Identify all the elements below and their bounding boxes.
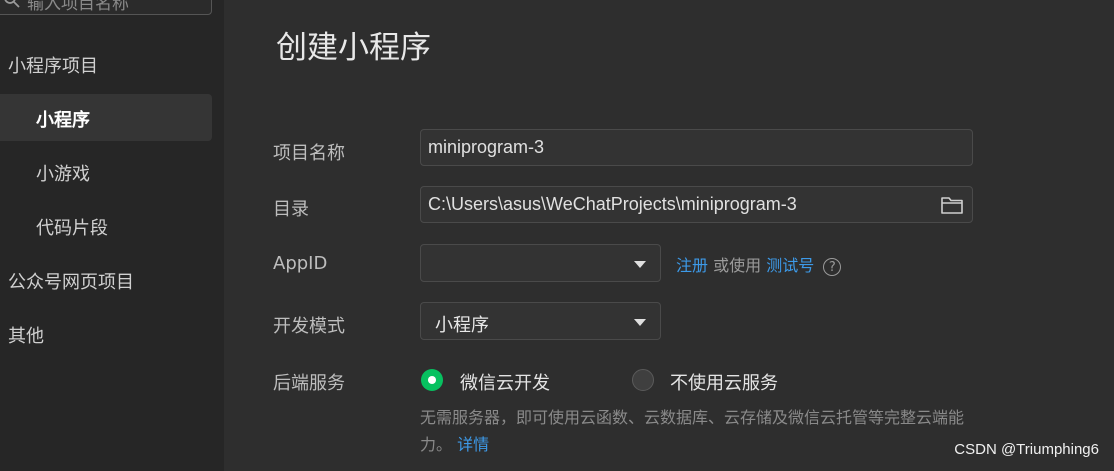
sidebar-item-code-snippet[interactable]: 代码片段 [36, 214, 108, 240]
dev-mode-select[interactable]: 小程序 [420, 302, 661, 340]
sidebar-item-other[interactable]: 其他 [8, 322, 44, 348]
test-account-link[interactable]: 测试号 [766, 256, 814, 275]
sidebar: 输入项目名称 小程序项目 小程序 小游戏 代码片段 公众号网页项目 其他 [0, 0, 224, 471]
search-box[interactable]: 输入项目名称 [0, 0, 212, 15]
sidebar-item-official-account-web[interactable]: 公众号网页项目 [8, 268, 134, 294]
radio-wechat-cloud-label[interactable]: 微信云开发 [460, 369, 550, 395]
directory-label: 目录 [273, 199, 309, 220]
appid-links: 注册 或使用 测试号 ? [676, 252, 842, 276]
sidebar-item-miniprogram[interactable]: 小程序 [36, 106, 90, 132]
watermark: CSDN @Triumphing6 [954, 441, 1099, 458]
search-placeholder: 输入项目名称 [27, 0, 129, 14]
or-use-text: 或使用 [713, 256, 762, 275]
dev-mode-label: 开发模式 [273, 316, 345, 337]
radio-wechat-cloud[interactable] [421, 369, 443, 391]
directory-input[interactable]: C:\Users\asus\WeChatProjects\miniprogram… [420, 186, 973, 223]
page-title: 创建小程序 [276, 30, 431, 66]
help-icon[interactable]: ? [823, 257, 842, 276]
dev-mode-value: 小程序 [435, 315, 489, 336]
directory-value: C:\Users\asus\WeChatProjects\miniprogram… [428, 194, 797, 214]
project-name-label: 项目名称 [273, 143, 345, 164]
details-link[interactable]: 详情 [457, 435, 489, 454]
backend-label: 后端服务 [273, 373, 345, 394]
backend-description: 无需服务器，即可使用云函数、云数据库、云存储及微信云托管等完整云端能力。 详情 [420, 404, 990, 458]
sidebar-active-highlight [0, 94, 212, 141]
sidebar-item-miniprogram-project[interactable]: 小程序项目 [8, 52, 98, 78]
project-name-value: miniprogram-3 [428, 137, 545, 157]
chevron-down-icon [634, 261, 646, 268]
radio-no-cloud[interactable] [632, 369, 654, 391]
sidebar-item-minigame[interactable]: 小游戏 [36, 160, 90, 186]
search-icon [4, 0, 20, 8]
backend-description-text: 无需服务器，即可使用云函数、云数据库、云存储及微信云托管等完整云端能力。 [420, 408, 965, 454]
folder-icon[interactable] [940, 195, 964, 215]
project-name-input[interactable]: miniprogram-3 [420, 129, 973, 166]
chevron-down-icon [634, 319, 646, 326]
appid-select[interactable] [420, 244, 661, 282]
appid-label: AppID [273, 253, 328, 274]
register-link[interactable]: 注册 [676, 256, 708, 275]
radio-no-cloud-label[interactable]: 不使用云服务 [670, 369, 778, 395]
